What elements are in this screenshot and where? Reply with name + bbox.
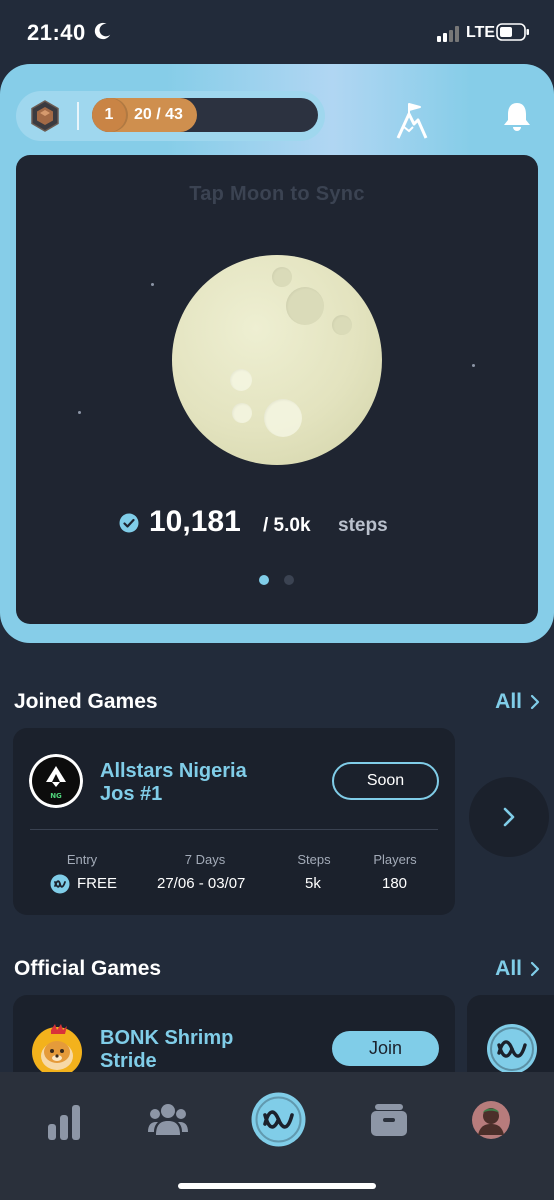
moon-icon	[94, 22, 111, 40]
game-title-line: BONK Shrimp	[100, 1027, 234, 1049]
home-indicator[interactable]	[178, 1183, 376, 1189]
joined-games-all-link[interactable]: All	[495, 690, 540, 714]
stat-value-players: 180	[382, 875, 408, 892]
moon-crater	[264, 399, 302, 437]
stat-value-steps: 5k	[305, 875, 321, 892]
network-label: LTE	[466, 24, 496, 41]
moon-crater	[232, 403, 252, 423]
xp-text: 20 / 43	[134, 106, 183, 123]
game-title-line: Jos #1	[100, 783, 163, 805]
moonwalk-logo-icon	[487, 1024, 537, 1074]
steps-count: 10,181	[149, 505, 241, 538]
steps-goal: / 5.0k	[263, 515, 311, 536]
moon-crater	[332, 315, 352, 335]
moonwalk-token-icon	[50, 874, 70, 894]
stat-value-entry: FREE	[77, 875, 118, 892]
allstars-logo-icon: NG	[29, 754, 83, 808]
page-dot-active[interactable]	[259, 575, 269, 585]
next-game-button[interactable]	[469, 777, 549, 857]
card-divider	[30, 829, 438, 830]
joined-game-title[interactable]: Allstars Nigeria Jos #1	[100, 760, 247, 806]
official-games-title: Official Games	[14, 957, 162, 980]
leaderboard-icon[interactable]	[47, 1104, 81, 1140]
bell-icon[interactable]	[500, 99, 534, 133]
star	[78, 411, 81, 414]
game-title-line: Stride	[100, 1050, 157, 1072]
mountain-flag-icon[interactable]	[390, 100, 430, 140]
star	[472, 364, 475, 367]
moon-crater	[272, 267, 292, 287]
moon-crater	[286, 287, 324, 325]
wallet-icon[interactable]	[371, 1104, 407, 1136]
soon-button[interactable]: Soon	[332, 762, 439, 800]
star	[151, 283, 154, 286]
level-number: 1	[92, 98, 126, 132]
svg-text:NG: NG	[50, 792, 62, 800]
page-dot[interactable]	[284, 575, 294, 585]
profile-avatar[interactable]	[472, 1101, 510, 1139]
status-time: 21:40	[27, 20, 86, 45]
all-link-label: All	[495, 957, 522, 980]
bonk-shrimp-logo-icon	[32, 1024, 82, 1077]
join-button[interactable]: Join	[332, 1031, 439, 1066]
chevron-right-icon	[503, 807, 515, 827]
stat-value-dates: 27/06 - 03/07	[157, 875, 246, 892]
sync-hint: Tap Moon to Sync	[189, 183, 365, 205]
stat-label-steps: Steps	[297, 852, 331, 867]
rank-badge-icon[interactable]	[30, 100, 60, 132]
status-bar: 21:40 LTE	[0, 0, 554, 64]
official-games-all-link[interactable]: All	[495, 957, 540, 981]
moon-sync-button[interactable]	[172, 255, 382, 465]
community-icon[interactable]	[148, 1102, 188, 1136]
official-game-title[interactable]: BONK Shrimp Stride	[100, 1027, 233, 1073]
signal-icon	[437, 26, 459, 42]
battery-icon	[496, 23, 529, 41]
stat-label-entry: Entry	[66, 852, 98, 867]
steps-unit: steps	[338, 515, 388, 536]
home-icon[interactable]	[251, 1092, 306, 1147]
chevron-right-icon	[530, 694, 540, 710]
game-title-line: Allstars Nigeria	[100, 760, 247, 782]
chevron-right-icon	[530, 961, 540, 977]
all-link-label: All	[495, 690, 522, 713]
stat-label-days: 7 Days	[184, 852, 226, 867]
moon-crater	[230, 369, 252, 391]
pill-divider	[77, 102, 79, 130]
check-badge-icon	[119, 513, 139, 533]
joined-games-title: Joined Games	[14, 690, 158, 713]
bottom-nav	[0, 1072, 554, 1200]
stat-label-players: Players	[373, 852, 417, 867]
